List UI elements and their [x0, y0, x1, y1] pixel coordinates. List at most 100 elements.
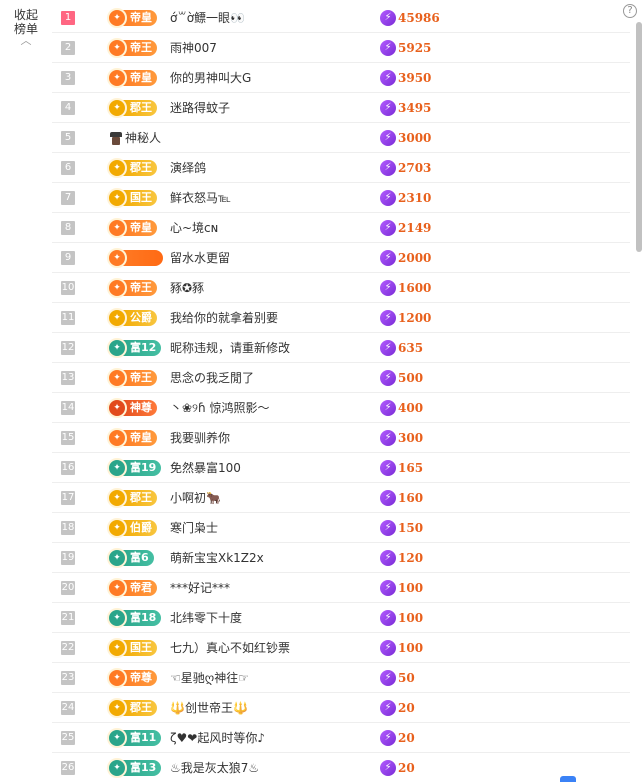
scrollbar[interactable]: [636, 22, 642, 782]
user-nickname[interactable]: ớ꒳ờ鳔一眼👀: [170, 9, 245, 26]
user-nickname[interactable]: 思念の我乏閒了: [170, 369, 254, 386]
contribution-score: ⚡ 50: [380, 669, 415, 686]
ranking-row[interactable]: 23 ✦ 帝尊 ☜星驰ღ神往☞ ⚡ 50: [52, 663, 630, 693]
lightning-icon: ⚡: [380, 549, 396, 566]
lightning-icon: ⚡: [380, 39, 396, 56]
ranking-row[interactable]: 7 ✦ 国王 鲜衣怒马℡ ⚡ 2310: [52, 183, 630, 213]
user-nickname[interactable]: 雨神007: [170, 39, 217, 56]
rank-level-badge: ✦ 帝王: [107, 367, 157, 388]
ranking-row[interactable]: 18 ✦ 伯爵 寒门枭士 ⚡ 150: [52, 513, 630, 543]
user-nickname[interactable]: 我要驯养你: [170, 429, 230, 446]
score-value: 1200: [398, 310, 432, 325]
user-nickname[interactable]: 七九）真心不如红钞票: [170, 639, 290, 656]
crown-emblem-icon: ✦: [107, 97, 127, 118]
score-value: 2703: [398, 160, 432, 175]
user-nickname[interactable]: 留水水更留: [170, 249, 230, 266]
crown-emblem-icon: ✦: [107, 187, 127, 208]
score-value: 400: [398, 400, 424, 415]
score-value: 100: [398, 580, 424, 595]
ranking-row[interactable]: 11 ✦ 公爵 我给你的就拿着别要 ⚡ 1200: [52, 303, 630, 333]
score-value: 1600: [398, 280, 432, 295]
ranking-row[interactable]: 19 ✦ 富6 萌新宝宝Xk1Z2x ⚡ 120: [52, 543, 630, 573]
ranking-row[interactable]: 6 ✦ 郡王 演绎鸽 ⚡ 2703: [52, 153, 630, 183]
user-nickname[interactable]: 昵称违规，请重新修改: [170, 339, 290, 356]
rank-level-badge: ✦ 帝皇: [107, 217, 157, 238]
rank-level-badge: ✦ 富18: [107, 607, 162, 628]
contribution-score: ⚡ 20: [380, 759, 415, 776]
user-nickname[interactable]: 演绎鸽: [170, 159, 206, 176]
rank-number: 2: [61, 40, 75, 55]
user-nickname[interactable]: ζ♥❤起风时等你♪: [170, 729, 265, 746]
lightning-icon: ⚡: [380, 9, 396, 26]
rank-level-badge: ✦ 神尊: [107, 397, 157, 418]
rank-number: 11: [61, 310, 75, 325]
crown-emblem-icon: ✦: [107, 67, 127, 88]
rank-level-badge: ✦ 郡王: [107, 97, 157, 118]
ranking-row[interactable]: 8 ✦ 帝皇 心~境ᴄɴ ⚡ 2149: [52, 213, 630, 243]
lightning-icon: ⚡: [380, 489, 396, 506]
user-nickname[interactable]: 丶❀୨ɦ 惊鸿照影～: [170, 399, 269, 416]
user-nickname[interactable]: 你的男神叫大G: [170, 69, 251, 86]
user-nickname[interactable]: 小啊初🐂: [170, 489, 221, 506]
ranking-row[interactable]: 12 ✦ 富12 昵称违规，请重新修改 ⚡ 635: [52, 333, 630, 363]
lightning-icon: ⚡: [380, 159, 396, 176]
crown-emblem-icon: ✦: [107, 277, 127, 298]
contribution-score: ⚡ 3950: [380, 69, 431, 86]
collapse-ranking-toggle[interactable]: 收起 榜单 ︿: [0, 0, 52, 46]
ranking-row[interactable]: 22 ✦ 国王 七九）真心不如红钞票 ⚡ 100: [52, 633, 630, 663]
user-nickname[interactable]: 迷路得蚊子: [170, 99, 230, 116]
user-nickname[interactable]: 神秘人: [125, 129, 161, 146]
ranking-row[interactable]: 26 ✦ 富13 ♨我是灰太狼7♨ ⚡ 20: [52, 753, 630, 782]
score-value: 3495: [398, 100, 432, 115]
ranking-row[interactable]: 2 ✦ 帝王 雨神007 ⚡ 5925: [52, 33, 630, 63]
user-nickname[interactable]: ***好记***: [170, 579, 230, 596]
crown-emblem-icon: ✦: [107, 397, 127, 418]
contribution-score: ⚡ 100: [380, 579, 424, 596]
user-nickname[interactable]: 🔱创世帝王🔱: [170, 699, 248, 716]
rank-number: 7: [61, 190, 75, 205]
user-nickname[interactable]: ♨我是灰太狼7♨: [170, 759, 259, 776]
rank-level-badge: ✦ 帝皇: [107, 7, 157, 28]
corner-button[interactable]: [560, 776, 576, 782]
user-nickname[interactable]: 鲜衣怒马℡: [170, 189, 231, 206]
ranking-row[interactable]: 9 ✦ 留水水更留 ⚡ 2000: [52, 243, 630, 273]
ranking-row[interactable]: 14 ✦ 神尊 丶❀୨ɦ 惊鸿照影～ ⚡ 400: [52, 393, 630, 423]
rank-level-badge: ✦ 富6: [107, 547, 154, 568]
user-nickname[interactable]: 免然暴富100: [170, 459, 241, 476]
lightning-icon: ⚡: [380, 519, 396, 536]
score-value: 150: [398, 520, 424, 535]
score-value: 2310: [398, 190, 432, 205]
ranking-row[interactable]: 4 ✦ 郡王 迷路得蚊子 ⚡ 3495: [52, 93, 630, 123]
rank-level-badge: ✦ 郡王: [107, 697, 157, 718]
rank-number: 6: [61, 160, 75, 175]
score-value: 635: [398, 340, 424, 355]
ranking-row[interactable]: 10 ✦ 帝王 豩✪豩 ⚡ 1600: [52, 273, 630, 303]
lightning-icon: ⚡: [380, 69, 396, 86]
ranking-row[interactable]: 1 ✦ 帝皇 ớ꒳ờ鳔一眼👀 ⚡ 45986: [52, 3, 630, 33]
ranking-row[interactable]: 17 ✦ 郡王 小啊初🐂 ⚡ 160: [52, 483, 630, 513]
user-nickname[interactable]: ☜星驰ღ神往☞: [170, 669, 249, 686]
rank-level-badge: ✦ 国王: [107, 187, 157, 208]
scrollbar-thumb[interactable]: [636, 22, 642, 252]
user-nickname[interactable]: 寒门枭士: [170, 519, 218, 536]
ranking-row[interactable]: 21 ✦ 富18 北纬零下十度 ⚡ 100: [52, 603, 630, 633]
user-nickname[interactable]: 豩✪豩: [170, 279, 204, 296]
user-nickname[interactable]: 萌新宝宝Xk1Z2x: [170, 549, 264, 566]
ranking-row[interactable]: 13 ✦ 帝王 思念の我乏閒了 ⚡ 500: [52, 363, 630, 393]
score-value: 120: [398, 550, 424, 565]
ranking-row[interactable]: 3 ✦ 帝皇 你的男神叫大G ⚡ 3950: [52, 63, 630, 93]
crown-emblem-icon: ✦: [107, 427, 127, 448]
score-value: 100: [398, 640, 424, 655]
ranking-row[interactable]: 20 ✦ 帝君 ***好记*** ⚡ 100: [52, 573, 630, 603]
ranking-row[interactable]: 15 ✦ 帝皇 我要驯养你 ⚡ 300: [52, 423, 630, 453]
rank-number: 20: [61, 580, 75, 595]
user-nickname[interactable]: 心~境ᴄɴ: [170, 219, 218, 236]
crown-emblem-icon: ✦: [107, 247, 127, 268]
ranking-row[interactable]: 16 ✦ 富19 免然暴富100 ⚡ 165: [52, 453, 630, 483]
ranking-row[interactable]: 5 神秘人 ⚡ 3000: [52, 123, 630, 153]
ranking-row[interactable]: 25 ✦ 富11 ζ♥❤起风时等你♪ ⚡ 20: [52, 723, 630, 753]
ranking-row[interactable]: 24 ✦ 郡王 🔱创世帝王🔱 ⚡ 20: [52, 693, 630, 723]
rank-number: 21: [61, 610, 75, 625]
user-nickname[interactable]: 我给你的就拿着别要: [170, 309, 278, 326]
user-nickname[interactable]: 北纬零下十度: [170, 609, 242, 626]
